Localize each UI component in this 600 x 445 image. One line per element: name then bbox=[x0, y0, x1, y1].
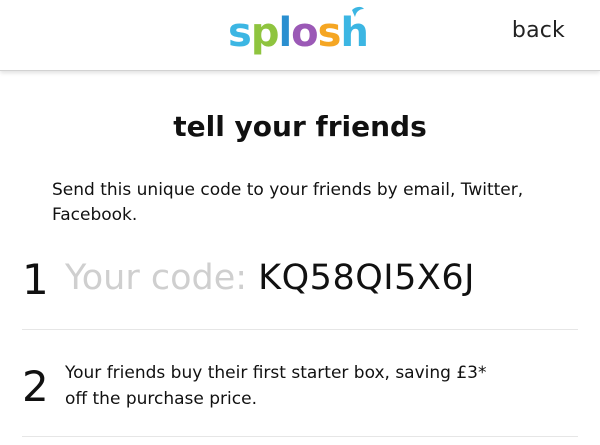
step-number: 2 bbox=[22, 362, 49, 411]
code-row: Your code: KQ58QI5X6J bbox=[65, 259, 475, 298]
back-link[interactable]: back bbox=[512, 18, 565, 43]
step-description: Your friends buy their first starter box… bbox=[65, 363, 487, 409]
splosh-logo[interactable]: splosh bbox=[228, 6, 368, 58]
app-header: splosh back bbox=[0, 0, 600, 71]
divider bbox=[22, 329, 578, 330]
code-label: Your code: bbox=[65, 258, 259, 298]
step-1: 1 Your code: KQ58QI5X6J bbox=[22, 255, 578, 329]
step-2: 2 Your friends buy their first starter b… bbox=[22, 358, 578, 428]
step-number: 1 bbox=[22, 255, 49, 304]
referral-code[interactable]: KQ58QI5X6J bbox=[258, 258, 475, 298]
divider bbox=[22, 436, 578, 437]
intro-text: Send this unique code to your friends by… bbox=[52, 180, 524, 225]
page-title: tell your friends bbox=[173, 110, 427, 143]
svg-text:splosh: splosh bbox=[228, 10, 368, 56]
